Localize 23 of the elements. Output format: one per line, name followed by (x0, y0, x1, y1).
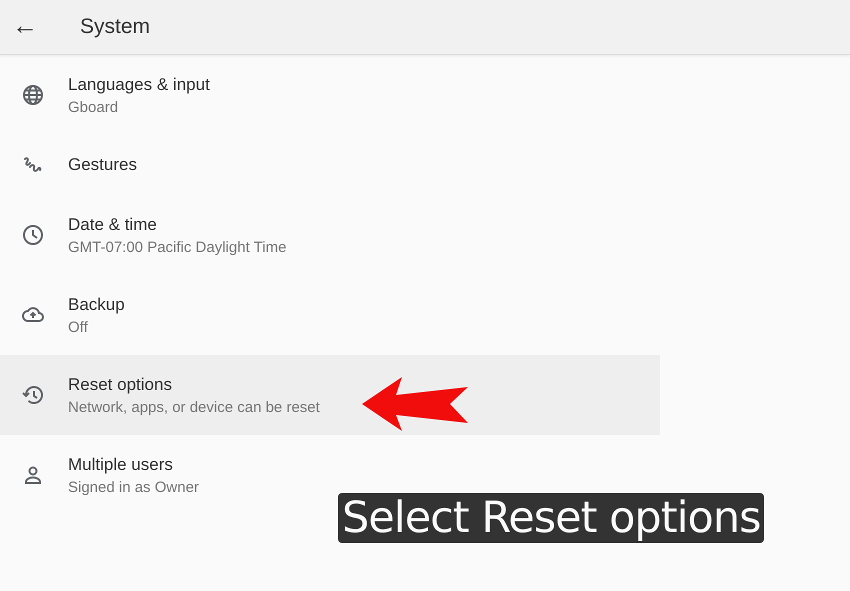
settings-item[interactable]: Languages & input Gboard (0, 55, 226, 135)
item-summary: Network, apps, or device can be reset (68, 398, 320, 416)
back-button[interactable]: ← (0, 12, 80, 42)
item-title: Multiple users (68, 454, 174, 474)
settings-item[interactable]: Reset options Network, apps, or device can be reset (0, 355, 660, 435)
item-summary: Gboard (68, 98, 120, 116)
settings-item[interactable]: Backup Off (0, 275, 141, 355)
settings-item[interactable]: Gestures (0, 135, 153, 195)
screen-title: System (80, 15, 150, 39)
history-icon (21, 383, 45, 407)
item-title: Date & time (68, 214, 158, 234)
item-summary: Signed in as Owner (68, 478, 199, 496)
item-title: Backup (68, 294, 125, 314)
item-title: Reset options (68, 374, 173, 394)
item-summary: Off (68, 318, 89, 336)
settings-item[interactable]: Multiple users Signed in as Owner (0, 435, 215, 515)
clock-icon (21, 223, 45, 247)
item-summary: GMT-07:00 Pacific Daylight Time (68, 238, 286, 256)
settings-item[interactable]: Date & time GMT-07:00 Pacific Daylight Time (0, 195, 302, 275)
video-caption: Select Reset options (338, 493, 764, 543)
item-title: Languages & input (68, 74, 210, 94)
globe-icon (21, 83, 45, 107)
item-title: Gestures (68, 155, 137, 175)
